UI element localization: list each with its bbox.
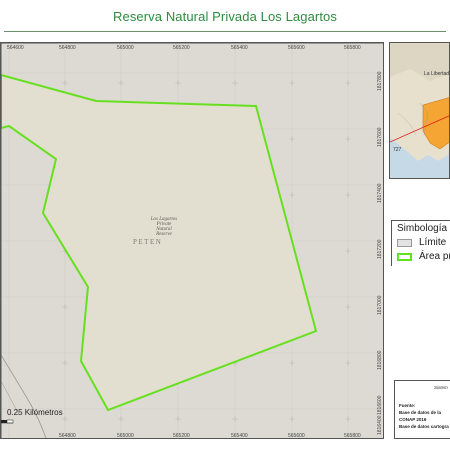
tick-right-4: 1817000 (377, 295, 383, 315)
legend-item-limit: Límite (397, 237, 450, 250)
tick-right-5: 1816800 (377, 350, 383, 370)
tick-top-3: 565200 (173, 45, 190, 51)
map-title: Reserva Natural Privada Los Lagartos (113, 9, 337, 24)
tick-bottom-4: 565600 (288, 433, 305, 439)
source-notes-panel: Sistem Fuente: Base de datos de la CONAP… (394, 380, 450, 439)
tick-top-0: 564600 (7, 45, 24, 51)
legend-item-area: Área pr (397, 251, 450, 264)
tick-right-7: 1816400 (377, 415, 383, 435)
tick-bottom-3: 565400 (231, 433, 248, 439)
tick-bottom-5: 565800 (344, 433, 361, 439)
scale-bar-label: 0.25 Kilómetros (7, 408, 63, 417)
map-canvas[interactable] (1, 43, 384, 439)
tick-bottom-2: 565200 (173, 433, 190, 439)
inset-canvas (390, 43, 449, 178)
legend-label: Área pr (419, 251, 450, 262)
tick-top-1: 564800 (59, 45, 76, 51)
tick-bottom-0: 564800 (59, 433, 76, 439)
legend-title: Simbología (397, 223, 448, 234)
tick-top-6: 565800 (344, 45, 361, 51)
tick-right-2: 1817400 (377, 183, 383, 203)
tick-bottom-1: 565000 (117, 433, 134, 439)
tick-right-0: 1817800 (377, 71, 383, 91)
tick-right-1: 1817600 (377, 127, 383, 147)
title-divider (4, 31, 446, 32)
notes-line: Base de datos cartogra (399, 424, 449, 429)
tick-top-2: 565000 (117, 45, 134, 51)
location-inset-map[interactable]: La Libertad 727 (389, 42, 450, 179)
tick-right-3: 1817200 (377, 239, 383, 259)
region-label: PETEN (133, 238, 163, 246)
inset-place-label: La Libertad (424, 71, 450, 77)
tick-top-5: 565600 (288, 45, 305, 51)
reserve-label-line: Reserve (156, 232, 172, 237)
notes-line: Base de datos de la (399, 410, 442, 415)
scale-bar (1, 419, 14, 424)
legend-label: Límite (419, 237, 447, 248)
tick-right-6: 1816600 (377, 395, 383, 415)
legend-swatch-limit (397, 239, 412, 247)
legend-swatch-area (397, 253, 412, 261)
main-map[interactable]: 564600 564800 565000 565200 565400 56560… (0, 42, 384, 439)
tick-top-4: 565400 (231, 45, 248, 51)
reserve-label: Los Lagartos Private Natural Reserve (139, 217, 189, 237)
inset-number-label: 727 (393, 147, 402, 153)
notes-line: Fuente: (399, 403, 416, 408)
legend-panel: Simbología Límite Área pr (391, 220, 450, 266)
notes-line: CONAP 2016 (399, 417, 427, 422)
notes-title: Sistem (434, 385, 448, 390)
